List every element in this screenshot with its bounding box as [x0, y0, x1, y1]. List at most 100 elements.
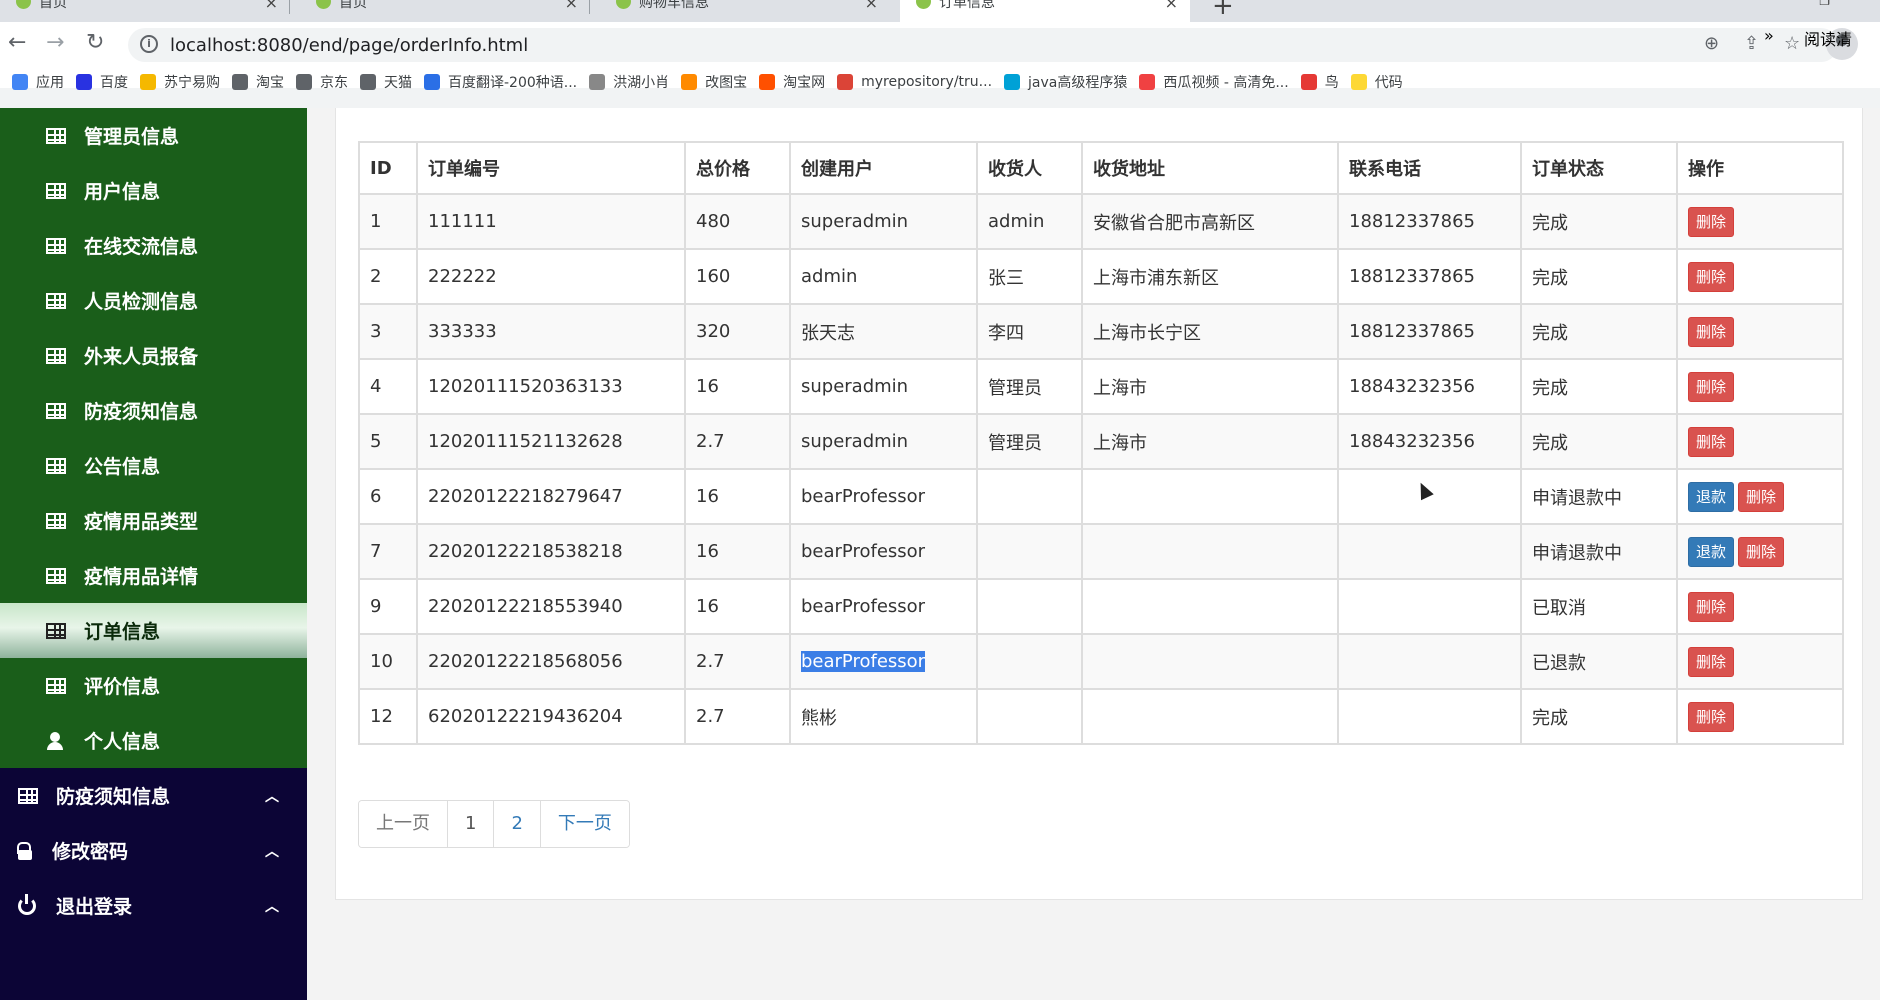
bookmark-label: 鸟: [1324, 75, 1339, 91]
window-restore-icon[interactable]: ❐: [1819, 0, 1830, 8]
delete-button[interactable]: 删除: [1688, 371, 1735, 402]
share-icon[interactable]: ⇪: [1744, 33, 1759, 54]
delete-button[interactable]: 删除: [1688, 591, 1735, 622]
sidebar-item-user-info[interactable]: 用户信息: [0, 163, 307, 218]
delete-button[interactable]: 删除: [1688, 426, 1735, 457]
column-header: 总价格: [684, 141, 791, 195]
delete-button[interactable]: 删除: [1688, 206, 1735, 237]
sidebar-group-change-password[interactable]: 修改密码 ︿: [0, 823, 307, 878]
close-tab-icon[interactable]: ×: [265, 0, 278, 12]
cell-status: 已取消: [1520, 578, 1678, 635]
cell-no: 222222: [416, 248, 686, 305]
bookmarks-more-icon[interactable]: »: [1764, 26, 1774, 45]
table-row: 12 62020122219436204 2.7 熊彬 完成 删除: [358, 688, 1844, 745]
browser-tab[interactable]: 购物车信息 ×: [600, 0, 890, 22]
table-icon: [46, 457, 66, 474]
table-icon: [18, 787, 38, 804]
cell-no-text: 22020122218538218: [428, 541, 623, 562]
sidebar-item-label: 公告信息: [84, 456, 161, 478]
cell-no: 111111: [416, 193, 686, 250]
bookmark-item[interactable]: 代码: [1350, 72, 1403, 92]
bookmark-item[interactable]: 西瓜视频 - 高清免...: [1139, 72, 1289, 92]
sidebar-item-supply-detail[interactable]: 疫情用品详情: [0, 548, 307, 603]
bookmark-item[interactable]: 百度翻译-200种语...: [424, 72, 577, 92]
sidebar-item-order-info[interactable]: 订单信息: [0, 603, 307, 658]
column-header: 操作: [1676, 141, 1844, 195]
next-page-button[interactable]: 下一页: [540, 801, 629, 847]
url-text[interactable]: localhost:8080/end/page/orderInfo.html: [170, 35, 528, 56]
refund-button[interactable]: 退款: [1688, 536, 1735, 567]
sidebar-group-logout[interactable]: 退出登录 ︿: [0, 878, 307, 933]
back-arrow-icon[interactable]: ←: [8, 30, 26, 55]
sidebar-group-notice[interactable]: 防疫须知信息 ︿: [0, 768, 307, 823]
table-row: 3 333333 320 张天志 李四 上海市长宁区 18812337865 完成 删除: [358, 303, 1844, 360]
cell-price-text: 16: [696, 376, 719, 397]
prev-page-button[interactable]: 上一页: [359, 801, 448, 847]
bookmark-item[interactable]: 淘宝: [232, 72, 284, 92]
browser-tab[interactable]: 首页 ×: [300, 0, 590, 22]
browser-tab[interactable]: 首页 ×: [0, 0, 290, 22]
delete-button[interactable]: 删除: [1688, 701, 1735, 732]
zoom-icon[interactable]: ⊕: [1704, 33, 1719, 54]
delete-button[interactable]: 删除: [1738, 481, 1785, 512]
cell-actions: 删除: [1676, 358, 1844, 415]
sidebar-item-notice-info[interactable]: 防疫须知信息: [0, 383, 307, 438]
sidebar-item-review-info[interactable]: 评价信息: [0, 658, 307, 713]
bookmark-item[interactable]: 京东: [296, 72, 348, 92]
close-tab-icon[interactable]: ×: [565, 0, 578, 12]
sidebar-item-chat-info[interactable]: 在线交流信息: [0, 218, 307, 273]
browser-tab-active[interactable]: 订单信息 ×: [900, 0, 1190, 22]
bookmark-favicon-icon: [589, 74, 606, 90]
sidebar-item-admin-info[interactable]: 管理员信息: [0, 108, 307, 163]
delete-button[interactable]: 删除: [1688, 261, 1735, 292]
forward-arrow-icon[interactable]: →: [46, 30, 64, 55]
cell-receiver-text: 管理员: [988, 377, 1042, 399]
bookmark-item[interactable]: 洪湖小肖: [589, 72, 669, 92]
delete-button[interactable]: 删除: [1688, 316, 1735, 347]
sidebar-item-announcement[interactable]: 公告信息: [0, 438, 307, 493]
bookmark-item[interactable]: myrepository/tru...: [837, 74, 992, 90]
delete-button[interactable]: 删除: [1688, 646, 1735, 677]
bookmark-favicon-icon: [76, 74, 92, 90]
bookmark-item[interactable]: 天猫: [360, 72, 412, 92]
sidebar-item-test-info[interactable]: 人员检测信息: [0, 273, 307, 328]
address-bar[interactable]: i localhost:8080/end/page/orderInfo.html…: [128, 28, 1838, 62]
table-icon: [46, 512, 66, 529]
cell-status-text: 完成: [1532, 377, 1568, 399]
cell-user: bearProfessor: [789, 523, 978, 580]
close-tab-icon[interactable]: ×: [865, 0, 878, 12]
bookmark-star-icon[interactable]: ☆: [1784, 33, 1800, 54]
reload-icon[interactable]: ↻: [86, 30, 104, 55]
site-info-icon[interactable]: i: [140, 35, 158, 53]
cell-phone: 18812337865: [1337, 248, 1522, 305]
close-tab-icon[interactable]: ×: [1165, 0, 1178, 12]
bookmark-item[interactable]: 鸟: [1300, 72, 1339, 92]
cell-price: 160: [684, 248, 791, 305]
sidebar-item-visitor-report[interactable]: 外来人员报备: [0, 328, 307, 383]
page-1-button[interactable]: 1: [448, 801, 495, 847]
page-2-button[interactable]: 2: [494, 801, 541, 847]
cell-phone: [1337, 578, 1522, 635]
bookmark-item[interactable]: 改图宝: [681, 72, 747, 92]
cell-no: 22020122218538218: [416, 523, 686, 580]
new-tab-icon[interactable]: +: [1212, 0, 1234, 21]
bookmark-item[interactable]: 应用: [12, 72, 64, 92]
cell-phone-text: 18812337865: [1349, 211, 1475, 232]
reading-list[interactable]: 阅读清: [1804, 26, 1852, 50]
refund-button[interactable]: 退款: [1688, 481, 1735, 512]
sidebar-submenu: 管理员信息 用户信息 在线交流信息 人员检测信息 外来人员报备 防疫须知信息 公…: [0, 108, 307, 768]
sidebar-item-supply-type[interactable]: 疫情用品类型: [0, 493, 307, 548]
delete-button[interactable]: 删除: [1738, 536, 1785, 567]
bookmark-item[interactable]: java高级程序猿: [1004, 72, 1127, 92]
sidebar-item-label: 防疫须知信息: [84, 401, 199, 423]
cell-user-text: bearProfessor: [801, 486, 926, 507]
bookmark-item[interactable]: 百度: [76, 72, 128, 92]
bookmark-item[interactable]: 苏宁易购: [140, 72, 220, 92]
cell-id-text: 7: [370, 541, 382, 562]
sidebar-group-label: 修改密码: [52, 841, 129, 863]
cell-address-text: 安徽省合肥市高新区: [1093, 212, 1255, 234]
bookmark-item[interactable]: 淘宝网: [759, 72, 825, 92]
column-header: ID: [358, 141, 418, 195]
sidebar-item-personal-info[interactable]: 个人信息: [0, 713, 307, 768]
cell-no: 22020122218553940: [416, 578, 686, 635]
